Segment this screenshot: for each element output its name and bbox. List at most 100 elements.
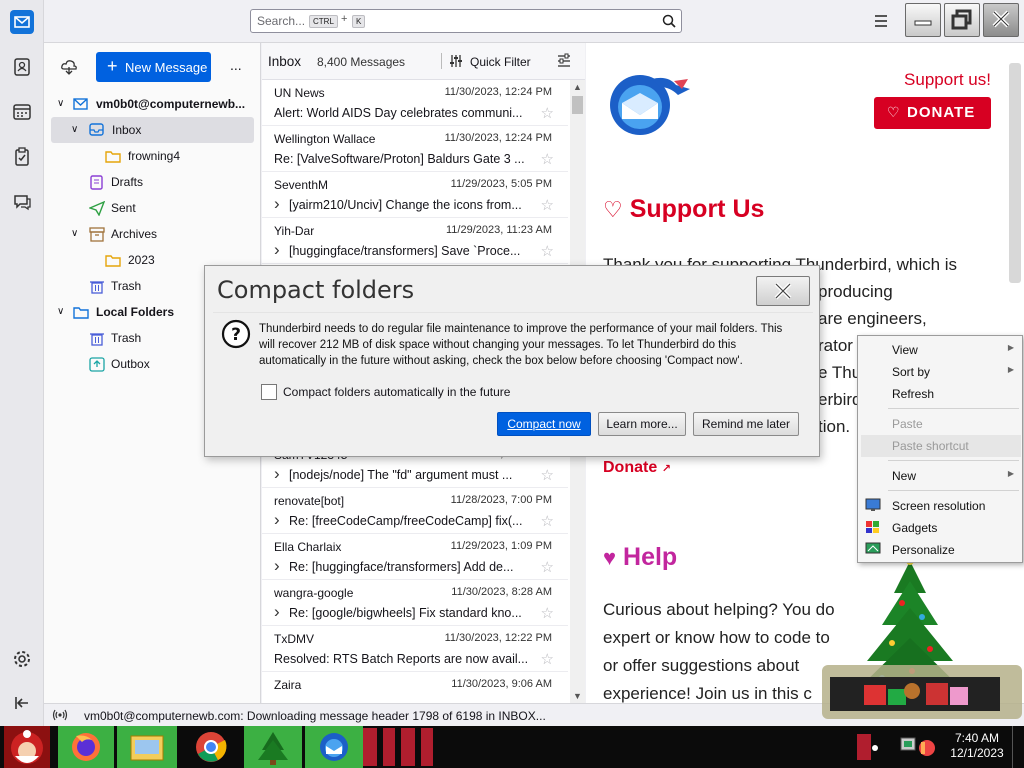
mail-icon[interactable] (10, 10, 34, 34)
chevron-down-icon[interactable]: ∨ (57, 91, 64, 117)
menu-item-paste[interactable]: Paste (892, 417, 923, 431)
online-status-icon[interactable] (52, 708, 68, 722)
thread-expand-icon[interactable]: › (274, 464, 280, 484)
menu-item-gadgets[interactable]: Gadgets (892, 521, 937, 535)
chevron-down-icon[interactable]: ∨ (71, 117, 78, 143)
menu-item-refresh[interactable]: Refresh (892, 387, 934, 401)
restore-button[interactable] (944, 3, 980, 37)
scroll-down-icon[interactable]: ▼ (573, 691, 582, 701)
close-window-button[interactable] (983, 3, 1019, 37)
account-row[interactable]: ∨ vm0b0t@computernewb... (44, 91, 261, 117)
folder-inbox[interactable]: ∨ Inbox (51, 117, 254, 143)
message-date: 11/30/2023, 9:06 AM (451, 678, 552, 690)
remind-later-button[interactable]: Remind me later (693, 412, 799, 436)
support-us-link[interactable]: Support us! (904, 70, 991, 90)
inbox-icon (89, 123, 105, 137)
message-row[interactable]: › SeventhM 11/29/2023, 5:05 PM [yairm210/Un… (262, 172, 568, 218)
start-button[interactable] (4, 726, 50, 768)
taskbar-firefox[interactable] (58, 726, 114, 768)
thread-expand-icon[interactable]: › (274, 602, 280, 622)
chevron-down-icon[interactable]: ∨ (71, 221, 78, 247)
taskbar-tree-gadget[interactable] (244, 726, 302, 768)
donate-button-label: DONATE (907, 104, 976, 121)
star-icon[interactable]: ☆ (541, 604, 554, 622)
taskbar-chrome[interactable] (188, 726, 234, 768)
menu-item-view[interactable]: View (892, 343, 918, 357)
folder-sent[interactable]: Sent (44, 195, 261, 221)
calendar-icon[interactable] (10, 100, 34, 124)
message-subject: [huggingface/transformers] Save `Proce..… (289, 244, 521, 258)
settings-icon[interactable] (10, 647, 34, 671)
compact-auto-checkbox[interactable] (261, 384, 277, 400)
thread-expand-icon[interactable]: › (274, 510, 280, 530)
message-date: 11/29/2023, 1:09 PM (450, 540, 552, 552)
tasks-icon[interactable] (10, 145, 34, 169)
support-line: producing (818, 282, 893, 301)
message-row[interactable]: › Ella Charlaix 11/29/2023, 1:09 PM Re: [hu… (262, 534, 568, 580)
chat-icon[interactable] (10, 190, 34, 214)
message-date: 11/30/2023, 8:28 AM (451, 586, 552, 598)
close-icon (992, 10, 1010, 28)
clock-time: 7:40 AM (954, 731, 1000, 745)
screen-resolution-icon (865, 498, 881, 512)
tray-icons[interactable] (855, 730, 895, 764)
taskbar-clock[interactable]: 7:40 AM 12/1/2023 (946, 731, 1008, 761)
gadgets-icon (865, 520, 881, 534)
scroll-up-icon[interactable]: ▲ (573, 82, 582, 92)
thread-expand-icon[interactable]: › (274, 240, 280, 260)
more-options-button[interactable]: ... (230, 57, 242, 73)
minimize-button[interactable] (905, 3, 941, 37)
message-row[interactable]: UN News 11/30/2023, 12:24 PM Alert: World … (262, 80, 568, 126)
chevron-down-icon[interactable]: ∨ (57, 299, 64, 325)
get-messages-icon[interactable] (60, 58, 78, 76)
folder-drafts[interactable]: Drafts (44, 169, 261, 195)
folder-label: Drafts (111, 175, 144, 189)
compact-now-button[interactable]: Compact now (497, 412, 591, 436)
scroll-thumb[interactable] (572, 96, 583, 114)
message-row[interactable]: Wellington Wallace 11/30/2023, 12:24 PM Re… (262, 126, 568, 172)
star-icon[interactable]: ☆ (541, 196, 554, 214)
collapse-spaces-icon[interactable] (10, 691, 34, 715)
star-icon[interactable]: ☆ (541, 104, 554, 122)
folder-archives[interactable]: ∨ Archives (44, 221, 261, 247)
address-book-icon[interactable] (10, 55, 34, 79)
message-row[interactable]: › wangra-google 11/30/2023, 8:28 AM Re: [go… (262, 580, 568, 626)
new-message-label: New Message (125, 60, 208, 75)
app-menu-icon[interactable] (872, 12, 890, 30)
content-scrollbar[interactable] (1009, 63, 1021, 283)
learn-more-button[interactable]: Learn more... (598, 412, 686, 436)
donate-link[interactable]: Donate ↗ (603, 459, 671, 477)
external-link-icon: ↗ (661, 463, 671, 475)
firefox-icon (72, 733, 100, 761)
folder-frowning4[interactable]: frowning4 (44, 143, 261, 169)
thread-expand-icon[interactable]: › (274, 556, 280, 576)
menu-item-personalize[interactable]: Personalize (892, 543, 955, 557)
star-icon[interactable]: ☆ (541, 150, 554, 168)
menu-item-paste-shortcut[interactable]: Paste shortcut (892, 439, 969, 453)
tray-network-volume-icons[interactable] (895, 730, 943, 764)
star-icon[interactable]: ☆ (541, 466, 554, 484)
menu-item-new[interactable]: New (892, 469, 916, 483)
search-input[interactable]: Search... CTRL + K (250, 9, 682, 33)
message-row[interactable]: TxDMV 11/30/2023, 12:22 PM Resolved: RTS B… (262, 626, 568, 672)
thread-expand-icon[interactable]: › (274, 194, 280, 214)
message-row[interactable]: › Yih-Dar 11/29/2023, 11:23 AM [huggingface… (262, 218, 568, 264)
search-icon[interactable] (661, 13, 677, 29)
star-icon[interactable]: ☆ (541, 558, 554, 576)
message-date: 11/30/2023, 12:24 PM (444, 86, 552, 98)
donate-button[interactable]: ♡ DONATE (874, 97, 991, 129)
spaces-toolbar (0, 0, 44, 726)
new-message-button[interactable]: + New Message (96, 52, 211, 82)
dialog-close-button[interactable] (756, 276, 810, 306)
donate-link-text[interactable]: Donate (603, 459, 657, 476)
star-icon[interactable]: ☆ (541, 650, 554, 668)
show-desktop-button[interactable] (1012, 726, 1024, 768)
christmas-tree-gadget[interactable] (822, 553, 1024, 723)
taskbar-explorer[interactable] (117, 726, 177, 768)
star-icon[interactable]: ☆ (541, 242, 554, 260)
message-row[interactable]: › renovate[bot] 11/28/2023, 7:00 PM Re: [fr… (262, 488, 568, 534)
menu-item-sort-by[interactable]: Sort by (892, 365, 930, 379)
star-icon[interactable]: ☆ (541, 512, 554, 530)
menu-item-screen-resolution[interactable]: Screen resolution (892, 499, 985, 513)
taskbar-thunderbird[interactable] (305, 726, 363, 768)
